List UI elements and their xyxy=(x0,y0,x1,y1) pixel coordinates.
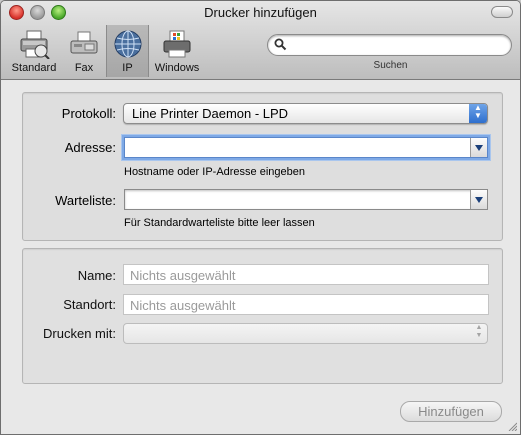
protocol-group: Protokoll: Line Printer Daemon - LPD ▲ ▼ … xyxy=(22,92,503,241)
protocol-label: Protokoll: xyxy=(61,106,116,121)
protocol-value: Line Printer Daemon - LPD xyxy=(132,106,289,121)
fax-icon xyxy=(70,31,98,54)
add-printer-window: Drucker hinzufügen Standard Fax IP Windo… xyxy=(0,0,521,435)
location-field[interactable] xyxy=(123,294,489,315)
toolbar-item-standard[interactable]: Standard xyxy=(7,25,61,77)
address-combobox[interactable] xyxy=(124,137,488,158)
search-area: Suchen xyxy=(267,34,512,71)
location-label: Standort: xyxy=(63,297,116,312)
printer-info-group: Name: Standort: Drucken mit: ▲▼ xyxy=(22,248,503,384)
queue-hint: Für Standardwarteliste bitte leer lassen xyxy=(124,217,315,229)
queue-combobox[interactable] xyxy=(124,189,488,210)
resize-grip-icon[interactable] xyxy=(507,421,517,431)
queue-dropdown-button[interactable] xyxy=(470,190,487,209)
print-with-label: Drucken mit: xyxy=(43,326,116,341)
toolbar-label-ip: IP xyxy=(122,62,133,74)
address-label: Adresse: xyxy=(64,140,116,155)
toolbar-item-ip[interactable]: IP xyxy=(106,25,149,77)
toolbar-item-fax[interactable]: Fax xyxy=(64,25,104,77)
toolbar-label-windows: Windows xyxy=(154,62,200,74)
toolbar-label-fax: Fax xyxy=(74,62,94,74)
print-with-popup[interactable]: ▲ ▼ xyxy=(123,323,488,344)
toolbar-item-windows[interactable]: Windows xyxy=(149,25,205,77)
search-caption: Suchen xyxy=(373,60,408,71)
popup-arrows-icon: ▲ ▼ xyxy=(475,324,483,339)
address-hint: Hostname oder IP-Adresse eingeben xyxy=(124,166,305,178)
toolbar-toggle-button[interactable] xyxy=(491,6,513,18)
toolbar-label-standard: Standard xyxy=(11,62,57,74)
windows-printer-icon xyxy=(163,30,191,58)
search-field[interactable] xyxy=(267,34,512,56)
globe-icon xyxy=(114,30,141,58)
queue-label: Warteliste: xyxy=(55,193,116,208)
magnifier-icon xyxy=(274,38,287,51)
toolbar: Drucker hinzufügen Standard Fax IP Windo… xyxy=(1,1,520,80)
window-title: Drucker hinzufügen xyxy=(204,5,317,20)
protocol-popup[interactable]: Line Printer Daemon - LPD ▲ ▼ xyxy=(123,103,488,124)
popup-arrows-icon: ▲ ▼ xyxy=(469,104,487,123)
add-button[interactable]: Hinzufügen xyxy=(400,401,502,422)
name-input[interactable] xyxy=(128,267,460,284)
location-input[interactable] xyxy=(128,297,460,314)
printer-icon xyxy=(20,30,50,59)
search-input[interactable] xyxy=(288,37,507,54)
name-field[interactable] xyxy=(123,264,489,285)
address-dropdown-button[interactable] xyxy=(470,138,487,157)
name-label: Name: xyxy=(77,268,116,283)
